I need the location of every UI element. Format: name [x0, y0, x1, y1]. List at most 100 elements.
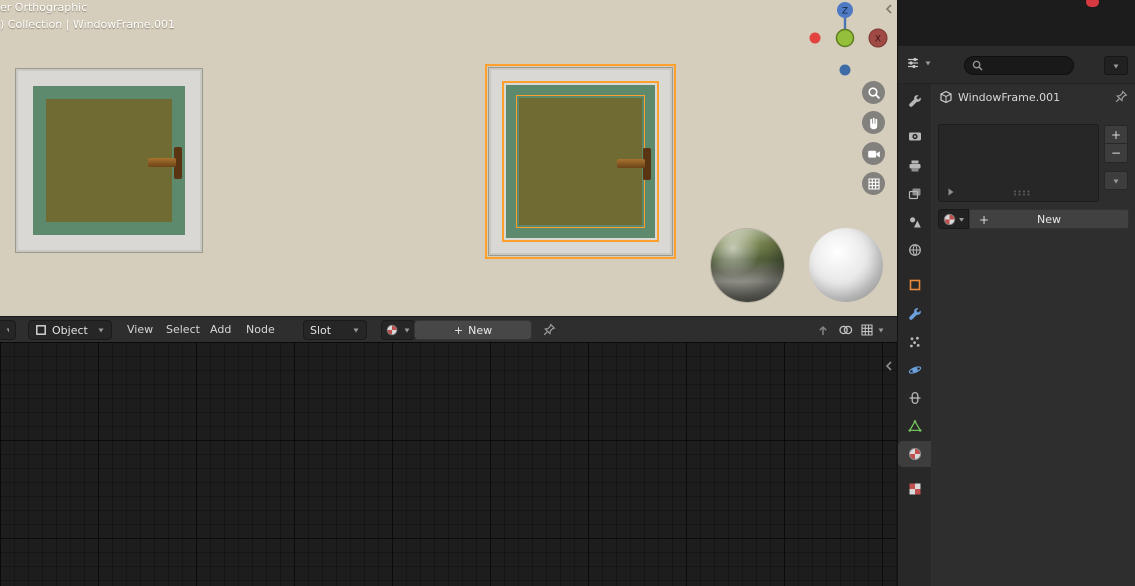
view-mode-label: er Orthographic [0, 1, 88, 14]
world-icon [908, 244, 921, 256]
red-status-icon [1086, 0, 1099, 7]
shader-type-label: Object [52, 323, 88, 337]
overlap-rings-icon[interactable] [838, 323, 854, 337]
breadcrumb: WindowFrame.001 [931, 84, 1135, 112]
view-navigation-gizmo[interactable]: Z X [795, 0, 895, 80]
minus-label: − [1110, 146, 1122, 160]
view-layer-icon [908, 188, 920, 200]
search-icon [972, 60, 983, 71]
gizmo-x-neg-axis [809, 32, 821, 44]
texture-icon [909, 483, 920, 495]
arrow-up-icon[interactable] [816, 323, 830, 337]
camera-view-control[interactable] [862, 142, 885, 165]
blender-window: er Orthographic ) Collection | WindowFra… [0, 0, 1135, 586]
region-collapse-icon[interactable] [884, 360, 894, 372]
axis-gizmo-icon: Z X [809, 2, 888, 76]
material-icon [386, 324, 398, 336]
window-handle [148, 158, 176, 167]
gizmo-y-axis [835, 28, 855, 48]
tab-texture[interactable] [898, 476, 931, 502]
render-icon [908, 132, 921, 141]
tab-physics[interactable] [898, 357, 931, 383]
physics-icon [908, 366, 921, 374]
new-material-button[interactable]: + New [414, 320, 532, 340]
snap-grid-icon [861, 324, 873, 336]
slot-dropdown[interactable]: Slot [303, 320, 367, 340]
add-slot-button[interactable]: + [1104, 125, 1128, 144]
window-frame-object-selected[interactable] [485, 64, 676, 259]
pan-control[interactable] [862, 111, 885, 134]
breadcrumb-object-name[interactable]: WindowFrame.001 [958, 91, 1060, 104]
zoom-control[interactable] [862, 81, 885, 104]
tab-material[interactable] [898, 441, 931, 467]
svg-text:X: X [875, 35, 881, 45]
tool-icon [908, 95, 921, 107]
chevron-down-icon [353, 328, 359, 333]
shader-editor-header: Object View Select Add Node Slot + New [0, 316, 897, 344]
menu-node[interactable]: Node [246, 323, 275, 336]
search-box[interactable] [964, 56, 1074, 75]
camera-icon [867, 150, 880, 158]
region-collapse-icon[interactable] [884, 3, 894, 15]
chevron-down-icon [1113, 179, 1119, 183]
new-material-label: New [1037, 212, 1061, 226]
chevron-down-icon [878, 328, 884, 333]
plus-label: + [1110, 127, 1122, 142]
chevron-down-icon [958, 217, 964, 222]
disclosure-triangle-icon[interactable] [947, 187, 955, 197]
material-slot-list[interactable] [938, 124, 1099, 202]
material-id-dropdown[interactable] [381, 320, 415, 340]
properties-tab-strip [898, 84, 931, 586]
node-editor-canvas[interactable] [0, 342, 897, 586]
3d-viewport[interactable]: er Orthographic ) Collection | WindowFra… [0, 0, 897, 316]
material-preview-sphere[interactable] [809, 228, 883, 302]
tab-world[interactable] [898, 237, 931, 263]
hdri-preview-sphere[interactable] [711, 229, 784, 302]
material-icon [908, 447, 921, 461]
grid-icon [867, 177, 880, 190]
chevron-down-icon [98, 328, 104, 333]
material-browse-dropdown[interactable] [938, 209, 969, 229]
pin-icon[interactable] [1114, 90, 1128, 104]
grid-view-control[interactable] [862, 172, 885, 195]
new-material-button[interactable]: + New [969, 209, 1129, 229]
menu-select[interactable]: Select [166, 323, 200, 336]
plus-icon: + [979, 213, 990, 227]
slot-specials-menu[interactable] [1104, 171, 1128, 190]
active-object-label: ) Collection | WindowFrame.001 [0, 18, 176, 31]
particles-icon [909, 336, 920, 348]
snapping-control[interactable] [860, 323, 885, 337]
menu-view[interactable]: View [127, 323, 153, 336]
tab-output[interactable] [898, 153, 931, 179]
tab-scene[interactable] [898, 209, 931, 235]
tab-render[interactable] [898, 123, 931, 149]
plus-icon: + [453, 323, 464, 337]
window-handle [617, 159, 645, 168]
tab-object-data[interactable] [898, 413, 931, 439]
search-input[interactable] [988, 58, 1066, 73]
chevron-down-icon [6, 328, 9, 333]
slot-label: Slot [310, 323, 332, 337]
editor-type-menu[interactable] [0, 320, 16, 340]
remove-slot-button[interactable]: − [1104, 144, 1128, 163]
properties-icon [908, 57, 918, 69]
tab-particles[interactable] [898, 329, 931, 355]
hand-icon [869, 117, 877, 129]
resize-grip-icon[interactable] [1013, 190, 1031, 196]
tab-modifiers[interactable] [898, 301, 931, 327]
shader-type-dropdown[interactable]: Object [28, 320, 112, 340]
tab-tool[interactable] [898, 88, 931, 114]
object-cube-icon [940, 90, 952, 104]
chevron-down-icon [404, 328, 410, 333]
editor-type-menu[interactable] [906, 56, 932, 70]
tab-object[interactable] [898, 272, 931, 298]
object-icon [909, 279, 920, 291]
pin-icon[interactable] [542, 323, 556, 337]
output-icon [909, 160, 920, 172]
material-icon [943, 213, 955, 225]
tab-view-layer[interactable] [898, 181, 931, 207]
filter-dropdown[interactable] [1104, 56, 1128, 75]
menu-add[interactable]: Add [210, 323, 231, 336]
window-frame-object[interactable] [15, 68, 203, 253]
tab-constraints[interactable] [898, 385, 931, 411]
